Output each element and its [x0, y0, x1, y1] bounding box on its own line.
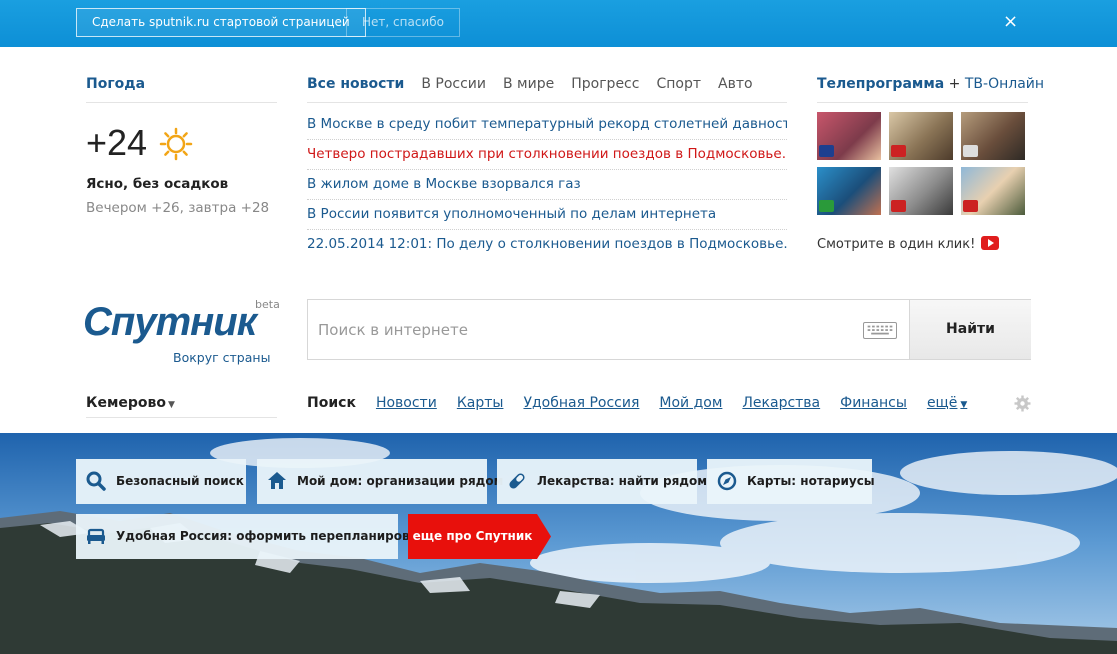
- sun-icon: [159, 127, 193, 161]
- compass-icon: [717, 471, 737, 491]
- news-list: В Москве в среду побит температурный рек…: [307, 110, 787, 260]
- play-icon: [981, 236, 1000, 250]
- news-tabs: Все новости В России В мире Прогресс Спо…: [307, 76, 753, 92]
- tv-thumbnail[interactable]: [817, 167, 881, 215]
- weather-forecast: Вечером +26, завтра +28: [86, 200, 270, 216]
- make-start-page-button[interactable]: Сделать sputnik.ru стартовой страницей: [76, 8, 366, 37]
- tile-label: Карты: нотариусы: [747, 474, 875, 488]
- nav-medicine[interactable]: Лекарства: [742, 395, 820, 411]
- tv-header: Телепрограмма + ТВ-Онлайн: [817, 76, 1044, 92]
- news-tab-russia[interactable]: В России: [421, 76, 486, 92]
- city-name: Кемерово: [86, 395, 166, 411]
- nav-news[interactable]: Новости: [376, 395, 437, 411]
- channel-sts-icon: [963, 145, 978, 157]
- gear-icon[interactable]: [1014, 395, 1031, 412]
- search-box: Найти: [307, 299, 1031, 360]
- nav-finance[interactable]: Финансы: [840, 395, 907, 411]
- channel-russia-icon: [891, 200, 906, 212]
- channel-russia-icon: [891, 145, 906, 157]
- hero-banner: Безопасный поиск Мой дом: организации ря…: [0, 433, 1117, 654]
- nav-convenient-russia[interactable]: Удобная Россия: [523, 395, 639, 411]
- tile-label: Мой дом: организации рядом: [297, 474, 504, 488]
- pill-icon: [509, 473, 525, 489]
- tv-divider: [817, 102, 1028, 103]
- chevron-down-icon: ▼: [168, 400, 175, 410]
- tile-maps[interactable]: Карты: нотариусы: [707, 459, 875, 504]
- tv-thumbnail[interactable]: [889, 112, 953, 160]
- tv-program-link[interactable]: Телепрограмма: [817, 76, 944, 92]
- chevron-down-icon: ▼: [960, 400, 968, 410]
- top-banner: Сделать sputnik.ru стартовой страницей Н…: [0, 0, 1117, 47]
- channel-one-icon: [819, 145, 834, 157]
- nav-more[interactable]: ещё ▼: [927, 395, 967, 411]
- search-button[interactable]: Найти: [909, 300, 1031, 359]
- tv-plus: +: [944, 76, 965, 92]
- tile-label: Безопасный поиск: [116, 474, 244, 488]
- tile-medicine[interactable]: Лекарства: найти рядом: [497, 459, 707, 504]
- sofa-icon: [87, 528, 105, 544]
- sputnik-logo[interactable]: Спутник beta Вокруг страны: [83, 298, 288, 368]
- logo-wordmark: Спутник: [83, 300, 257, 344]
- news-tab-sport[interactable]: Спорт: [656, 76, 701, 92]
- news-item[interactable]: В Москве в среду побит температурный рек…: [307, 110, 787, 140]
- city-selector[interactable]: Кемерово ▼: [86, 395, 175, 411]
- tv-online-link[interactable]: ТВ-Онлайн: [965, 76, 1044, 92]
- close-icon[interactable]: ×: [1003, 11, 1018, 33]
- news-item[interactable]: В жилом доме в Москве взорвался газ: [307, 170, 787, 200]
- nav-my-home[interactable]: Мой дом: [659, 395, 722, 411]
- tile-label: Лекарства: найти рядом: [537, 474, 708, 488]
- tv-thumbnail[interactable]: [961, 112, 1025, 160]
- tv-thumbnail[interactable]: [889, 167, 953, 215]
- tv-thumbnail[interactable]: [817, 112, 881, 160]
- tile-my-home[interactable]: Мой дом: организации рядом: [257, 459, 503, 504]
- more-label: еще про Спутник: [412, 529, 533, 543]
- news-tab-all[interactable]: Все новости: [307, 76, 404, 92]
- news-tab-auto[interactable]: Авто: [718, 76, 753, 92]
- logo-subtitle: Вокруг страны: [173, 350, 271, 365]
- channel-ntv-icon: [819, 200, 834, 212]
- channel-russia-icon: [963, 200, 978, 212]
- city-divider: [86, 417, 277, 418]
- home-icon: [268, 472, 286, 489]
- news-item[interactable]: 22.05.2014 12:01: По делу о столкновении…: [307, 230, 787, 260]
- tv-watch-link[interactable]: Смотрите в один клик!: [817, 236, 1000, 252]
- tile-safe-search[interactable]: Безопасный поиск: [76, 459, 246, 504]
- nav-search[interactable]: Поиск: [307, 395, 356, 411]
- news-tab-world[interactable]: В мире: [503, 76, 554, 92]
- weather-title[interactable]: Погода: [86, 76, 145, 92]
- news-tab-progress[interactable]: Прогресс: [571, 76, 639, 92]
- tile-label: Удобная Россия: оформить перепланировку: [116, 529, 426, 543]
- search-input[interactable]: [308, 300, 908, 359]
- service-nav: Поиск Новости Карты Удобная Россия Мой д…: [307, 395, 967, 411]
- weather-divider: [86, 102, 277, 103]
- news-item[interactable]: Четверо пострадавших при столкновении по…: [307, 140, 787, 170]
- tile-convenient-russia[interactable]: Удобная Россия: оформить перепланировку: [76, 514, 426, 559]
- tv-thumbnail[interactable]: [961, 167, 1025, 215]
- weather-description: Ясно, без осадков: [86, 176, 229, 192]
- weather-temperature[interactable]: +24: [86, 122, 147, 164]
- tv-watch-text: Смотрите в один клик!: [817, 237, 976, 252]
- keyboard-icon[interactable]: [863, 322, 897, 339]
- search-icon: [86, 471, 106, 491]
- logo-beta-label: beta: [255, 298, 280, 311]
- news-item[interactable]: В России появится уполномоченный по дела…: [307, 200, 787, 230]
- nav-maps[interactable]: Карты: [457, 395, 504, 411]
- no-thanks-button[interactable]: Нет, спасибо: [346, 8, 460, 37]
- more-about-sputnik-button[interactable]: еще про Спутник: [408, 514, 551, 559]
- nav-more-label: ещё: [926, 395, 958, 411]
- news-divider: [307, 102, 787, 103]
